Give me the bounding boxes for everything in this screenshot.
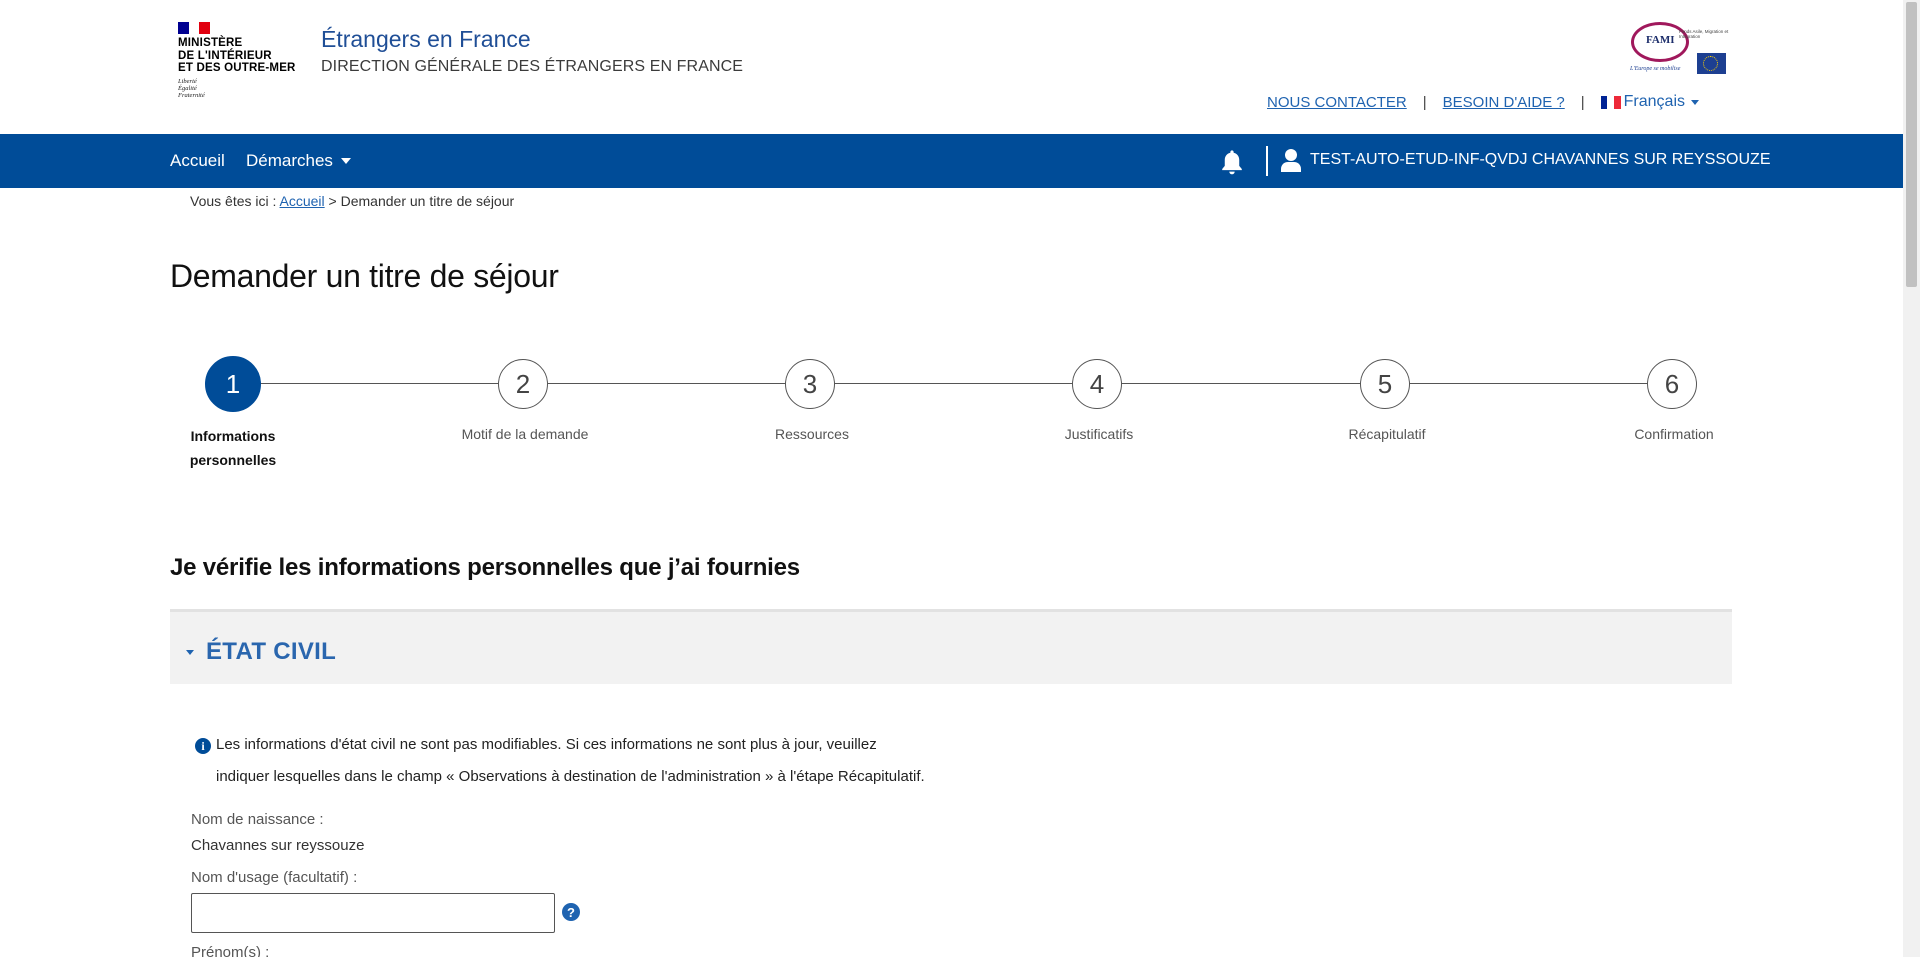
user-name: TEST-AUTO-ETUD-INF-QVDJ CHAVANNES SUR RE… <box>1310 151 1771 168</box>
step-5-label: Récapitulatif <box>1348 426 1426 442</box>
step-1-label: Informations personnelles <box>173 424 293 472</box>
info-line-1: Les informations d'état civil ne sont pa… <box>216 736 877 753</box>
site-header: MINISTÈRE DE L'INTÉRIEUR ET DES OUTRE-ME… <box>0 0 1903 134</box>
breadcrumb: Vous êtes ici : Accueil > Demander un ti… <box>190 193 514 209</box>
step-4-label: Justificatifs <box>1064 426 1134 442</box>
republic-motto: Liberté Égalité Fraternité <box>178 77 205 99</box>
step-1-label-line-2: personnelles <box>189 452 277 468</box>
eu-flag-icon <box>1697 53 1726 74</box>
bell-icon[interactable] <box>1218 148 1246 176</box>
step-2-circle[interactable]: 2 <box>498 359 548 409</box>
info-icon: i <box>195 738 211 754</box>
help-link[interactable]: BESOIN D'AIDE ? <box>1443 94 1565 111</box>
link-separator: | <box>1422 93 1427 111</box>
help-icon[interactable]: ? <box>562 903 580 921</box>
language-label: Français <box>1623 93 1685 110</box>
step-4-circle[interactable]: 4 <box>1072 359 1122 409</box>
ministry-name-line-2: DE L'INTÉRIEUR <box>178 49 272 62</box>
usage-name-label: Nom d'usage (facultatif) : <box>191 869 358 886</box>
step-3-label: Ressources <box>775 426 849 442</box>
chevron-down-icon <box>340 158 351 164</box>
step-1-circle[interactable]: 1 <box>205 356 261 412</box>
progress-stepper: 1 Informations personnelles 2 Motif de l… <box>0 356 1903 476</box>
user-icon <box>1281 149 1301 172</box>
language-selector[interactable]: Français <box>1600 93 1699 111</box>
link-separator: | <box>1580 93 1585 111</box>
page-scrollbar[interactable] <box>1903 0 1920 957</box>
caret-down-icon <box>186 650 194 655</box>
etat-civil-accordion-header[interactable]: ÉTAT CIVIL <box>170 609 1732 684</box>
header-links: NOUS CONTACTER | BESOIN D'AIDE ? | Franç… <box>1267 93 1699 111</box>
fami-logo-text: FAMI <box>1646 34 1675 46</box>
nav-demarches-dropdown[interactable]: Démarches <box>246 151 351 171</box>
birth-name-label: Nom de naissance : <box>191 811 324 828</box>
fami-tagline: L'Europe se mobilise <box>1630 66 1681 72</box>
stepper-connector-line <box>233 383 1671 384</box>
nav-demarches-label: Démarches <box>246 151 333 170</box>
first-names-label: Prénom(s) : <box>191 944 270 957</box>
accordion-title: ÉTAT CIVIL <box>206 638 337 665</box>
nav-home-link[interactable]: Accueil <box>170 151 225 171</box>
step-1-label-line-1: Informations <box>190 428 276 444</box>
section-heading: Je vérifie les informations personnelles… <box>170 554 800 581</box>
usage-name-input[interactable] <box>191 893 555 933</box>
french-flag-icon <box>1600 95 1621 109</box>
info-notice: i Les informations d'état civil ne sont … <box>195 729 1015 793</box>
chevron-down-icon <box>1691 99 1699 105</box>
ministry-name-line-1: MINISTÈRE <box>178 37 243 49</box>
ministry-logo[interactable]: MINISTÈRE DE L'INTÉRIEUR ET DES OUTRE-ME… <box>178 22 308 107</box>
scrollbar-thumb[interactable] <box>1906 2 1917 287</box>
site-subtitle: DIRECTION GÉNÉRALE DES ÉTRANGERS EN FRAN… <box>321 58 744 75</box>
breadcrumb-prefix: Vous êtes ici : <box>190 193 277 209</box>
contact-link[interactable]: NOUS CONTACTER <box>1267 94 1407 111</box>
step-2-label: Motif de la demande <box>461 426 589 442</box>
nav-divider <box>1266 146 1268 176</box>
breadcrumb-current: Demander un titre de séjour <box>340 193 515 209</box>
breadcrumb-separator: > <box>328 193 337 209</box>
fami-logo: FAMI Fonds Asile, Migration et Intégrati… <box>1627 20 1729 76</box>
step-6-circle[interactable]: 6 <box>1647 359 1697 409</box>
main-navbar: Accueil Démarches TEST-AUTO-ETUD-INF-QVD… <box>0 134 1903 188</box>
page-title: Demander un titre de séjour <box>170 258 559 294</box>
breadcrumb-home-link[interactable]: Accueil <box>280 193 325 209</box>
site-title[interactable]: Étrangers en France <box>321 26 531 53</box>
step-6-label: Confirmation <box>1634 426 1714 442</box>
birth-name-value: Chavannes sur reyssouze <box>191 837 365 854</box>
ministry-name-line-3: ET DES OUTRE-MER <box>178 62 296 74</box>
fami-logo-subtext: Fonds Asile, Migration et Intégration <box>1679 29 1729 39</box>
user-menu[interactable]: TEST-AUTO-ETUD-INF-QVDJ CHAVANNES SUR RE… <box>1280 148 1770 172</box>
info-line-2: indiquer lesquelles dans le champ « Obse… <box>216 768 925 785</box>
step-3-circle[interactable]: 3 <box>785 359 835 409</box>
marianne-flag-icon <box>178 22 211 34</box>
step-5-circle[interactable]: 5 <box>1360 359 1410 409</box>
